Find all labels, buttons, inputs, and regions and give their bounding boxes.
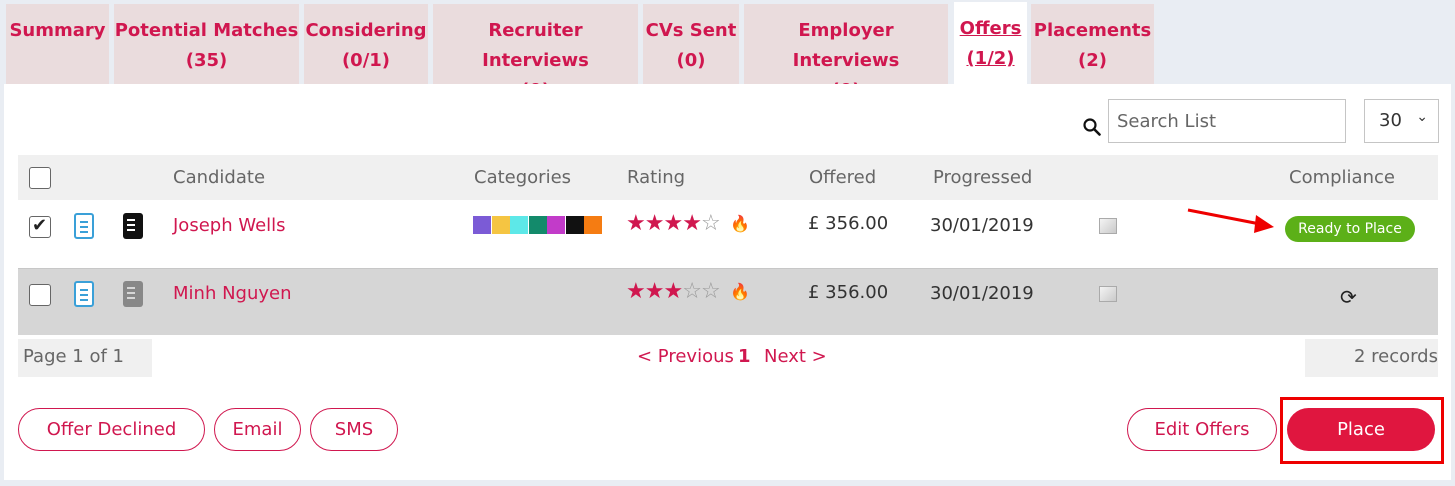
page-size-select[interactable]: 30 ⌄ (1364, 99, 1439, 143)
category-swatch (528, 216, 547, 234)
star-filled-icon[interactable]: ★ (663, 279, 683, 304)
tab-bar: Summary Potential Matches (35) Consideri… (0, 0, 1455, 101)
candidate-name-link[interactable]: Joseph Wells (173, 215, 286, 236)
cv-document-icon[interactable] (123, 213, 143, 239)
header-candidate[interactable]: Candidate (173, 167, 265, 188)
progressed-date: 30/01/2019 (930, 215, 1034, 236)
star-filled-icon[interactable]: ★ (682, 211, 702, 236)
cv-document-icon[interactable] (123, 281, 143, 307)
category-swatch (547, 216, 565, 234)
star-filled-icon[interactable]: ★ (626, 279, 646, 304)
refresh-icon[interactable]: ⟳ (1340, 285, 1357, 309)
previous-page-link[interactable]: < Previous (637, 346, 734, 367)
star-filled-icon[interactable]: ★ (645, 211, 665, 236)
tab-recruiter-interviews[interactable]: Recruiter Interviews (0) (433, 4, 638, 101)
tab-count: (35) (185, 50, 228, 71)
header-rating[interactable]: Rating (627, 167, 685, 188)
chevron-down-icon: ⌄ (1416, 109, 1428, 125)
email-button[interactable]: Email (214, 408, 301, 451)
category-swatch (510, 216, 528, 234)
notes-document-icon[interactable] (74, 213, 94, 239)
category-swatch (584, 216, 602, 234)
tab-label: Offers (959, 18, 1022, 39)
tab-summary[interactable]: Summary (6, 4, 109, 84)
page-info: Page 1 of 1 (18, 339, 152, 377)
tab-summary-label: Summary (9, 20, 106, 41)
star-empty-icon[interactable]: ☆ (701, 279, 721, 304)
candidate-name-link[interactable]: Minh Nguyen (173, 283, 292, 304)
header-offered[interactable]: Offered (809, 167, 876, 188)
next-page-link[interactable]: Next > (764, 346, 827, 367)
header-progressed[interactable]: Progressed (933, 167, 1032, 188)
compliance-status-badge[interactable]: Ready to Place (1285, 216, 1415, 242)
star-empty-icon[interactable]: ☆ (682, 279, 702, 304)
offer-declined-button[interactable]: Offer Declined (18, 408, 205, 451)
row-checkbox[interactable] (29, 284, 51, 306)
page-size-value: 30 (1379, 110, 1402, 131)
current-page: 1 (738, 346, 751, 367)
tab-count: (0/1) (341, 50, 391, 71)
tab-placements[interactable]: Placements (2) (1031, 4, 1154, 84)
star-filled-icon[interactable]: ★ (626, 211, 646, 236)
tab-considering[interactable]: Considering (0/1) (304, 4, 428, 84)
tab-label: Considering (305, 20, 427, 41)
tab-label: Recruiter Interviews (482, 20, 589, 71)
tab-label: CVs Sent (645, 20, 737, 41)
edit-offers-button[interactable]: Edit Offers (1127, 408, 1277, 451)
category-swatch (491, 216, 510, 234)
tab-cvs-sent[interactable]: CVs Sent (0) (643, 4, 739, 84)
flame-icon[interactable]: 🔥 (730, 282, 750, 301)
row-checkbox[interactable] (29, 215, 51, 238)
search-icon[interactable] (1083, 118, 1101, 136)
header-compliance[interactable]: Compliance (1289, 167, 1395, 188)
image-icon[interactable] (1099, 286, 1117, 302)
progressed-date: 30/01/2019 (930, 283, 1034, 304)
table-header: Candidate Categories Rating Offered Prog… (18, 155, 1438, 200)
tab-employer-interviews[interactable]: Employer Interviews (0) (744, 4, 948, 101)
tab-count: (1/2) (966, 48, 1015, 69)
offered-amount: £ 356.00 (808, 282, 889, 303)
rating-stars[interactable]: ★★★★☆ (626, 211, 721, 236)
category-swatches (473, 216, 603, 234)
tab-potential-matches[interactable]: Potential Matches (35) (114, 4, 299, 84)
flame-icon[interactable]: 🔥 (730, 214, 750, 233)
table-row[interactable]: Minh Nguyen ★★★☆☆ 🔥 £ 356.00 30/01/2019 … (18, 268, 1438, 335)
tab-count: (2) (1078, 50, 1107, 71)
image-icon[interactable] (1099, 218, 1117, 234)
category-swatch (473, 216, 491, 234)
offered-amount: £ 356.00 (808, 213, 889, 234)
star-filled-icon[interactable]: ★ (663, 211, 683, 236)
header-categories[interactable]: Categories (474, 167, 571, 188)
records-count: 2 records (1305, 339, 1438, 377)
select-all-checkbox[interactable] (29, 167, 51, 189)
tab-count: (0) (676, 50, 706, 71)
tab-offers[interactable]: Offers (1/2) (954, 2, 1027, 84)
category-swatch (565, 216, 584, 234)
annotation-arrow (1187, 208, 1274, 233)
sms-button[interactable]: SMS (310, 408, 398, 451)
rating-stars[interactable]: ★★★☆☆ (626, 279, 721, 304)
pagination-bar: Page 1 of 1 < Previous 1 Next > 2 record… (18, 339, 1438, 377)
tab-label: Potential Matches (114, 20, 299, 41)
star-empty-icon[interactable]: ☆ (701, 211, 721, 236)
tab-label: Placements (1033, 20, 1152, 41)
tab-label: Employer Interviews (792, 20, 900, 71)
star-filled-icon[interactable]: ★ (645, 279, 665, 304)
notes-document-icon[interactable] (74, 281, 94, 307)
search-input[interactable] (1108, 99, 1346, 143)
annotation-highlight-box (1280, 397, 1444, 464)
